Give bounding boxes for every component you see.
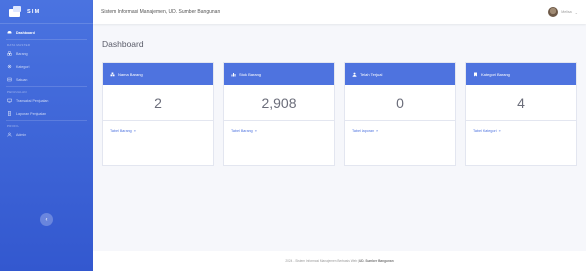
footer: 2024 - Sistem Informasi Manajemen Berbas… xyxy=(93,251,586,271)
card-link-label: Tabel Barang xyxy=(110,129,132,133)
footer-brand: UD. Sumber Bangunan xyxy=(358,259,394,263)
sidebar: SIM Dashboard DATA MASTER Barang Kategor… xyxy=(0,0,93,271)
topbar-title: Sistem Informasi Manajemen, UD. Sumber B… xyxy=(101,9,221,15)
brand[interactable]: SIM xyxy=(0,0,93,24)
card-nama-barang: Nama Barang 2 Tabel Barang » xyxy=(102,62,214,166)
card-value: 0 xyxy=(345,85,455,121)
sidebar-item-label: Barang xyxy=(16,51,28,56)
footer-text: 2024 - Sistem Informasi Manajemen Berbas… xyxy=(285,259,359,263)
card-title: Kategori Barang xyxy=(481,71,510,77)
section-heading: PENJUALAN xyxy=(7,90,27,94)
card-value: 4 xyxy=(466,85,576,121)
card-header: Telah Terjual xyxy=(345,63,455,85)
main-content: Dashboard Nama Barang 2 Tabel Barang » S… xyxy=(93,24,586,271)
card-link[interactable]: Tabel Barang » xyxy=(103,121,213,141)
sidebar-item-label: Dashboard xyxy=(16,30,35,35)
bar-chart-icon xyxy=(231,72,236,76)
sidebar-item-label: Transaksi Penjualan xyxy=(16,98,49,103)
sidebar-item-kategori[interactable]: Kategori xyxy=(0,60,93,73)
list-icon xyxy=(7,77,12,82)
double-chevron-right-icon: » xyxy=(498,129,501,133)
card-title: Stok Barang xyxy=(239,71,262,77)
sidebar-item-satuan[interactable]: Satuan xyxy=(0,73,93,86)
card-link[interactable]: Tabel laporan » xyxy=(345,121,455,141)
chevron-left-icon: ‹ xyxy=(45,216,48,223)
avatar xyxy=(548,7,559,17)
sidebar-toggle-button[interactable]: ‹ xyxy=(40,213,53,226)
card-value: 2 xyxy=(103,85,213,121)
dashboard-icon xyxy=(7,30,12,35)
document-icon xyxy=(7,111,12,116)
card-header: Nama Barang xyxy=(103,63,213,85)
page-title: Dashboard xyxy=(102,39,144,49)
card-header: Stok Barang xyxy=(224,63,334,85)
user-name: Melisa xyxy=(561,10,572,14)
sidebar-item-laporan[interactable]: Laporan Penjualan xyxy=(0,107,93,120)
user-icon xyxy=(352,72,357,77)
gear-icon xyxy=(7,64,12,69)
card-title: Nama Barang xyxy=(118,71,143,77)
card-link[interactable]: Tabel Barang » xyxy=(224,121,334,141)
double-chevron-right-icon: » xyxy=(133,129,136,133)
section-heading: DATA MASTER xyxy=(7,43,31,47)
card-link-label: Tabel Kategori xyxy=(473,129,497,133)
card-link-label: Tabel Barang xyxy=(231,129,253,133)
double-chevron-right-icon: » xyxy=(254,129,257,133)
card-link-label: Tabel laporan xyxy=(352,129,375,133)
topbar: Sistem Informasi Manajemen, UD. Sumber B… xyxy=(93,0,586,24)
user-icon xyxy=(7,132,12,137)
boxes-icon xyxy=(7,51,12,56)
bookmark-icon xyxy=(474,72,477,76)
card-telah-terjual: Telah Terjual 0 Tabel laporan » xyxy=(344,62,456,166)
card-value: 2,908 xyxy=(224,85,334,121)
card-kategori-barang: Kategori Barang 4 Tabel Kategori » xyxy=(465,62,577,166)
sidebar-item-label: Kategori xyxy=(16,64,30,69)
sidebar-item-dashboard[interactable]: Dashboard xyxy=(0,26,93,39)
double-chevron-right-icon: » xyxy=(376,129,379,133)
sidebar-item-label: Satuan xyxy=(16,77,28,82)
user-menu[interactable]: Melisa ⌄ xyxy=(548,7,578,17)
boxes-icon xyxy=(110,72,115,76)
sidebar-item-barang[interactable]: Barang xyxy=(0,47,93,60)
section-heading: PROFIL xyxy=(7,124,20,128)
card-stok-barang: Stok Barang 2,908 Tabel Barang » xyxy=(223,62,335,166)
chevron-down-icon: ⌄ xyxy=(574,9,578,15)
sidebar-item-label: Admin xyxy=(16,132,27,137)
brand-name: SIM xyxy=(27,8,41,15)
sidebar-item-admin[interactable]: Admin xyxy=(0,128,93,141)
sidebar-item-transaksi[interactable]: Transaksi Penjualan xyxy=(0,94,93,107)
logo-icon xyxy=(9,5,22,18)
card-link[interactable]: Tabel Kategori » xyxy=(466,121,576,141)
monitor-icon xyxy=(7,98,12,103)
sidebar-item-label: Laporan Penjualan xyxy=(16,111,47,116)
card-header: Kategori Barang xyxy=(466,63,576,85)
card-title: Telah Terjual xyxy=(360,71,383,77)
